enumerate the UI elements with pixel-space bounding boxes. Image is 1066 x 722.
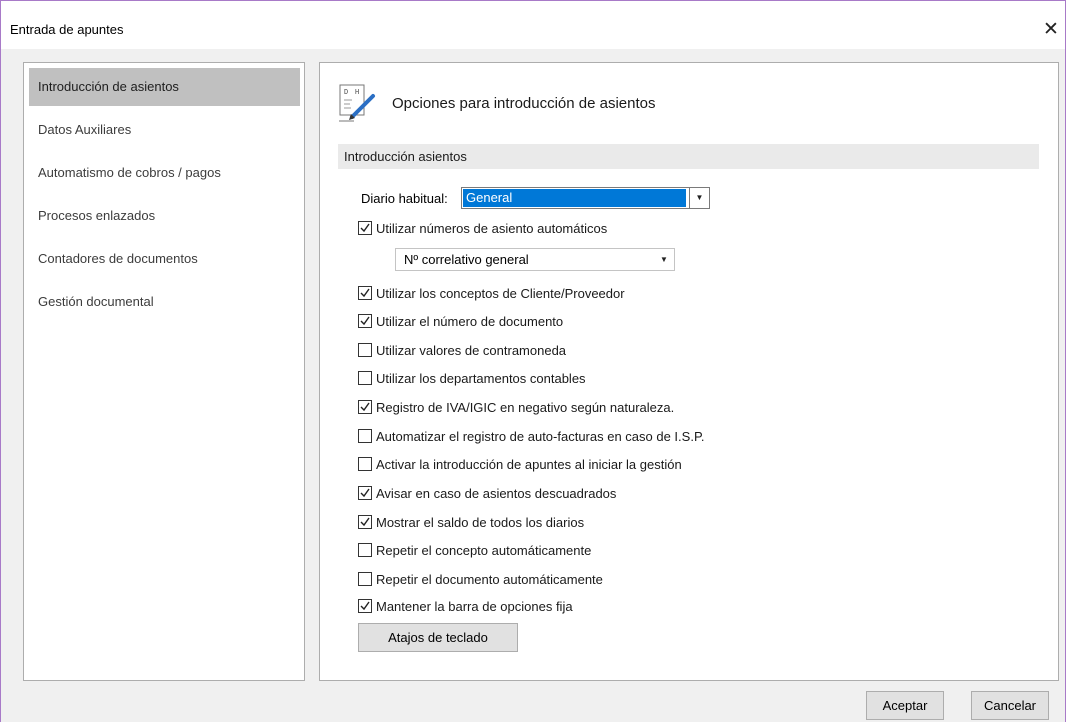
option-label: Activar la introducción de apuntes al in… bbox=[376, 457, 682, 472]
diario-label: Diario habitual: bbox=[361, 191, 448, 206]
chevron-down-icon[interactable]: ▼ bbox=[654, 249, 674, 270]
chevron-down-icon[interactable]: ▼ bbox=[689, 188, 709, 208]
checkbox[interactable] bbox=[358, 572, 372, 586]
checkbox[interactable] bbox=[358, 221, 372, 235]
sidebar: Introducción de asientos Datos Auxiliare… bbox=[23, 62, 305, 681]
checkbox[interactable] bbox=[358, 286, 372, 300]
options-panel: D H Opciones para introducción de asient… bbox=[319, 62, 1059, 681]
sidebar-item-label: Gestión documental bbox=[38, 294, 154, 309]
sidebar-item-label: Contadores de documentos bbox=[38, 251, 198, 266]
checkmark-icon bbox=[360, 288, 370, 298]
option-label: Mostrar el saldo de todos los diarios bbox=[376, 515, 585, 530]
option-label: Registro de IVA/IGIC en negativo según n… bbox=[376, 400, 675, 415]
sidebar-item-automatismo-cobros-pagos[interactable]: Automatismo de cobros / pagos bbox=[29, 154, 300, 192]
option-label: Mantener la barra de opciones fija bbox=[376, 599, 573, 614]
checkmark-icon bbox=[360, 601, 370, 611]
diario-select-value: General bbox=[463, 189, 686, 207]
svg-text:D: D bbox=[344, 88, 348, 96]
page-title: Opciones para introducción de asientos bbox=[392, 95, 656, 112]
option-label: Avisar en caso de asientos descuadrados bbox=[376, 486, 617, 501]
sidebar-item-introduccion-asientos[interactable]: Introducción de asientos bbox=[29, 68, 300, 106]
sidebar-item-procesos-enlazados[interactable]: Procesos enlazados bbox=[29, 197, 300, 235]
checkmark-icon bbox=[360, 316, 370, 326]
sidebar-item-label: Introducción de asientos bbox=[38, 79, 179, 94]
diario-select[interactable]: General ▼ bbox=[461, 187, 710, 209]
sidebar-item-label: Procesos enlazados bbox=[38, 208, 156, 223]
option-label: Repetir el concepto automáticamente bbox=[376, 543, 592, 558]
option-label: Utilizar números de asiento automáticos bbox=[376, 221, 608, 236]
option-label: Utilizar los conceptos de Cliente/Provee… bbox=[376, 286, 625, 301]
cancel-button[interactable]: Cancelar bbox=[971, 691, 1049, 720]
option-label: Repetir el documento automáticamente bbox=[376, 572, 603, 587]
sidebar-item-label: Automatismo de cobros / pagos bbox=[38, 165, 221, 180]
checkmark-icon bbox=[360, 488, 370, 498]
sidebar-item-contadores-documentos[interactable]: Contadores de documentos bbox=[29, 240, 300, 278]
checkbox[interactable] bbox=[358, 400, 372, 414]
checkbox[interactable] bbox=[358, 543, 372, 557]
checkbox[interactable] bbox=[358, 486, 372, 500]
checkbox[interactable] bbox=[358, 515, 372, 529]
title-bar: Entrada de apuntes ✕ bbox=[1, 1, 1065, 49]
checkmark-icon bbox=[360, 402, 370, 412]
accept-button[interactable]: Aceptar bbox=[866, 691, 944, 720]
document-edit-icon: D H bbox=[339, 84, 375, 122]
window-title: Entrada de apuntes bbox=[10, 22, 124, 37]
option-label: Utilizar el número de documento bbox=[376, 314, 564, 329]
numero-asiento-select[interactable]: Nº correlativo general ▼ bbox=[395, 248, 675, 271]
option-label: Utilizar valores de contramoneda bbox=[376, 343, 567, 358]
numero-asiento-select-value: Nº correlativo general bbox=[404, 252, 529, 267]
checkbox[interactable] bbox=[358, 343, 372, 357]
option-label: Utilizar los departamentos contables bbox=[376, 371, 586, 386]
checkmark-icon bbox=[360, 517, 370, 527]
checkbox[interactable] bbox=[358, 599, 372, 613]
checkbox[interactable] bbox=[358, 429, 372, 443]
checkmark-icon bbox=[360, 223, 370, 233]
checkbox[interactable] bbox=[358, 371, 372, 385]
option-label: Automatizar el registro de auto-facturas… bbox=[376, 429, 705, 444]
section-header: Introducción asientos bbox=[338, 144, 1039, 169]
checkbox[interactable] bbox=[358, 314, 372, 328]
sidebar-item-gestion-documental[interactable]: Gestión documental bbox=[29, 283, 300, 321]
sidebar-item-label: Datos Auxiliares bbox=[38, 122, 132, 137]
svg-text:H: H bbox=[355, 88, 359, 96]
checkbox[interactable] bbox=[358, 457, 372, 471]
dialog-window: Entrada de apuntes ✕ Introducción de asi… bbox=[0, 0, 1066, 722]
keyboard-shortcuts-button[interactable]: Atajos de teclado bbox=[358, 623, 518, 652]
sidebar-item-datos-auxiliares[interactable]: Datos Auxiliares bbox=[29, 111, 300, 149]
close-icon[interactable]: ✕ bbox=[1037, 15, 1065, 43]
